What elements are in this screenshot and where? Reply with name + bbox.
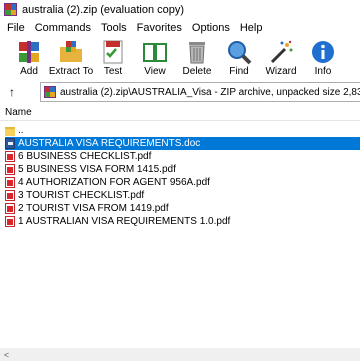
list-item-label: AUSTRALIA VISA REQUIREMENTS.doc: [18, 138, 201, 149]
window-title: australia (2).zip (evaluation copy): [22, 3, 185, 16]
pdf-file-icon: [5, 190, 15, 201]
address-path-field[interactable]: australia (2).zip\AUSTRALIA_Visa - ZIP a…: [40, 82, 360, 102]
menu-help[interactable]: Help: [235, 22, 268, 34]
address-path-text: australia (2).zip\AUSTRALIA_Visa - ZIP a…: [60, 86, 360, 98]
test-label: Test: [103, 66, 123, 77]
toolbar: Add Extract To Test View Delete Find Wiz…: [0, 37, 360, 81]
magic-wand-icon: [270, 40, 293, 64]
find-label: Find: [229, 66, 249, 77]
list-item-label: 5 BUSINESS VISA FORM 1415.pdf: [18, 164, 176, 175]
add-button[interactable]: Add: [10, 37, 48, 77]
test-button[interactable]: Test: [94, 37, 132, 77]
add-label: Add: [20, 66, 38, 77]
list-item-label: 1 AUSTRALIAN VISA REQUIREMENTS 1.0.pdf: [18, 216, 231, 227]
info-label: Info: [314, 66, 332, 77]
list-item-label: 3 TOURIST CHECKLIST.pdf: [18, 190, 145, 201]
winrar-app-icon: [4, 3, 17, 16]
list-header: Name: [0, 105, 360, 121]
pdf-file-icon: [5, 164, 15, 175]
menu-tools[interactable]: Tools: [96, 22, 132, 34]
add-archive-icon: [19, 41, 39, 63]
list-item-parent-folder[interactable]: ..: [5, 124, 360, 137]
pdf-file-icon: [5, 177, 15, 188]
list-item[interactable]: 1 AUSTRALIAN VISA REQUIREMENTS 1.0.pdf: [5, 215, 360, 228]
view-button[interactable]: View: [136, 37, 174, 77]
menu-file[interactable]: File: [2, 22, 30, 34]
menu-options[interactable]: Options: [187, 22, 235, 34]
view-label: View: [144, 66, 166, 77]
test-checklist-icon: [103, 40, 123, 64]
menu-favorites[interactable]: Favorites: [132, 22, 187, 34]
list-item[interactable]: 2 TOURIST VISA FROM 1419.pdf: [5, 202, 360, 215]
list-item[interactable]: 6 BUSINESS CHECKLIST.pdf: [5, 150, 360, 163]
wizard-label: Wizard: [265, 66, 297, 77]
title-bar: australia (2).zip (evaluation copy): [0, 0, 360, 19]
menu-commands[interactable]: Commands: [30, 22, 96, 34]
word-doc-icon: [5, 138, 15, 149]
pdf-file-icon: [5, 216, 15, 227]
list-item-doc-selected[interactable]: AUSTRALIA VISA REQUIREMENTS.doc: [5, 137, 360, 150]
name-column-header[interactable]: Name: [5, 107, 32, 118]
pdf-file-icon: [5, 203, 15, 214]
trash-can-icon: [189, 42, 205, 64]
list-item[interactable]: 3 TOURIST CHECKLIST.pdf: [5, 189, 360, 202]
horizontal-scrollbar[interactable]: <: [0, 348, 360, 361]
file-list: .. AUSTRALIA VISA REQUIREMENTS.doc 6 BUS…: [5, 124, 360, 228]
pdf-file-icon: [5, 151, 15, 162]
menu-bar: File Commands Tools Favorites Options He…: [0, 19, 360, 37]
address-bar: ↑ australia (2).zip\AUSTRALIA_Visa - ZIP…: [0, 81, 360, 103]
list-item[interactable]: 4 AUTHORIZATION FOR AGENT 956A.pdf: [5, 176, 360, 189]
zip-archive-icon: [44, 86, 56, 98]
list-item-label: 4 AUTHORIZATION FOR AGENT 956A.pdf: [18, 177, 210, 188]
scroll-left-arrow-icon[interactable]: <: [0, 348, 13, 361]
view-book-icon: [143, 43, 167, 62]
list-item-label: 6 BUSINESS CHECKLIST.pdf: [18, 151, 152, 162]
folder-icon: [5, 126, 15, 136]
delete-button[interactable]: Delete: [178, 37, 216, 77]
delete-label: Delete: [182, 66, 212, 77]
extract-to-button[interactable]: Extract To: [48, 37, 94, 77]
extract-to-label: Extract To: [48, 66, 94, 77]
extract-folder-icon: [60, 41, 82, 62]
wizard-button[interactable]: Wizard: [262, 37, 300, 77]
magnifier-icon: [228, 41, 252, 65]
up-arrow-icon[interactable]: ↑: [0, 82, 24, 102]
info-icon: [312, 41, 334, 63]
find-button[interactable]: Find: [220, 37, 258, 77]
list-item-label: 2 TOURIST VISA FROM 1419.pdf: [18, 203, 169, 214]
list-item-label: ..: [18, 125, 24, 136]
list-item[interactable]: 5 BUSINESS VISA FORM 1415.pdf: [5, 163, 360, 176]
info-button[interactable]: Info: [304, 37, 342, 77]
